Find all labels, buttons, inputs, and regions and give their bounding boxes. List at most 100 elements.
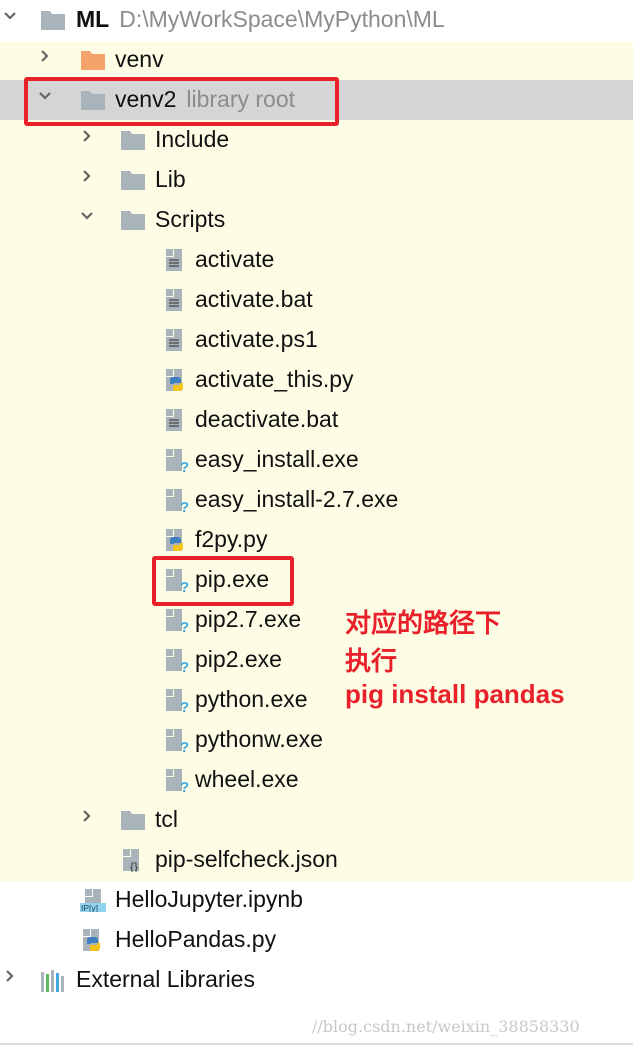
svg-text:?: ? xyxy=(180,459,189,472)
item-name: HelloJupyter.ipynb xyxy=(115,886,303,912)
item-name: tcl xyxy=(155,806,178,832)
item-name: venv xyxy=(115,46,164,72)
item-name: wheel.exe xyxy=(195,766,299,792)
svg-text:IP[y]: IP[y] xyxy=(81,903,98,912)
tree-item-label: pip2.7.exe xyxy=(195,606,301,633)
unknown-file-icon: ? xyxy=(163,728,189,756)
tree-item-include[interactable]: Include xyxy=(0,120,633,160)
item-name: f2py.py xyxy=(195,526,268,552)
annotation-line: pig install pandas xyxy=(345,679,565,709)
tree-item-label: HelloPandas.py xyxy=(115,926,276,953)
chevron-right-icon[interactable] xyxy=(3,969,17,983)
folder-icon xyxy=(40,8,66,32)
tree-item-label: pip-selfcheck.json xyxy=(155,846,338,873)
annotation-line: 执行 xyxy=(345,646,398,676)
tree-item-lib[interactable]: Lib xyxy=(0,160,633,200)
item-name: Include xyxy=(155,126,230,152)
tree-item-label: External Libraries xyxy=(76,966,255,993)
tree-item-pip2-7-exe[interactable]: ? pip2.7.exe xyxy=(0,600,633,640)
tree-item-venv[interactable]: venv xyxy=(0,40,633,80)
item-name: HelloPandas.py xyxy=(115,926,277,952)
item-name: pip-selfcheck.json xyxy=(155,846,338,872)
folder-orange-icon xyxy=(80,48,106,72)
tree-item-label: easy_install.exe xyxy=(195,446,359,473)
svg-text:?: ? xyxy=(180,619,189,632)
tree-item-label: venv xyxy=(115,46,164,73)
svg-text:?: ? xyxy=(180,699,189,712)
folder-icon xyxy=(120,168,146,192)
tree-item-label: activate_this.py xyxy=(195,366,354,393)
tree-item-pip2-exe[interactable]: ? pip2.exe xyxy=(0,640,633,680)
chevron-down-icon[interactable] xyxy=(3,9,17,23)
tree-item-label: ML D:\MyWorkSpace\MyPython\ML xyxy=(76,6,445,33)
python-file-icon xyxy=(163,528,189,552)
svg-text:?: ? xyxy=(180,499,189,512)
tree-item-wheel-exe[interactable]: ? wheel.exe xyxy=(0,760,633,800)
text-file-icon xyxy=(163,288,189,312)
tree-item-hellopandas-py[interactable]: HelloPandas.py xyxy=(0,920,633,960)
item-name: python.exe xyxy=(195,686,308,712)
folder-icon xyxy=(120,808,146,832)
text-file-icon xyxy=(163,248,189,272)
ipynb-file-icon: IP[y] xyxy=(80,888,106,913)
tree-item-external-libraries[interactable]: External Libraries xyxy=(0,960,633,1000)
tree-item-activate[interactable]: activate xyxy=(0,240,633,280)
tree-item-label: wheel.exe xyxy=(195,766,299,793)
item-name: activate_this.py xyxy=(195,366,354,392)
svg-text:?: ? xyxy=(180,659,189,672)
tree-item-label: pip2.exe xyxy=(195,646,282,673)
tree-item-label: activate.bat xyxy=(195,286,313,313)
annotation-line: 对应的路径下 xyxy=(345,608,502,638)
unknown-file-icon: ? xyxy=(163,608,189,636)
tree-item-label: Scripts xyxy=(155,206,225,233)
unknown-file-icon: ? xyxy=(163,488,189,516)
annotation-box-pip xyxy=(152,556,294,606)
unknown-file-icon: ? xyxy=(163,768,189,796)
svg-text:?: ? xyxy=(180,779,189,792)
unknown-file-icon: ? xyxy=(163,688,189,716)
tree-item-hellojupyter-ipynb[interactable]: IP[y] HelloJupyter.ipynb xyxy=(0,880,633,920)
chevron-right-icon[interactable] xyxy=(80,129,94,143)
tree-item-activate-ps1[interactable]: activate.ps1 xyxy=(0,320,633,360)
tree-item-easy-install-2-7-exe[interactable]: ? easy_install-2.7.exe xyxy=(0,480,633,520)
unknown-file-icon: ? xyxy=(163,448,189,476)
folder-icon xyxy=(120,208,146,232)
chevron-right-icon[interactable] xyxy=(80,809,94,823)
chevron-right-icon[interactable] xyxy=(38,49,52,63)
tree-item-label: activate xyxy=(195,246,274,273)
libraries-icon xyxy=(40,968,66,992)
item-name: activate.bat xyxy=(195,286,313,312)
tree-item-easy-install-exe[interactable]: ? easy_install.exe xyxy=(0,440,633,480)
item-name: pythonw.exe xyxy=(195,726,323,752)
tree-item-deactivate-bat[interactable]: deactivate.bat xyxy=(0,400,633,440)
watermark: //blog.csdn.net/weixin_38858330 xyxy=(312,1017,580,1036)
tree-item-activate-this-py[interactable]: activate_this.py xyxy=(0,360,633,400)
tree-item-pip-exe[interactable]: ? pip.exe xyxy=(0,560,633,600)
item-name: pip2.7.exe xyxy=(195,606,302,632)
item-hint: D:\MyWorkSpace\MyPython\ML xyxy=(119,6,445,32)
chevron-down-icon[interactable] xyxy=(80,209,94,223)
chevron-right-icon[interactable] xyxy=(80,169,94,183)
tree-item-pip-selfcheck-json[interactable]: {} pip-selfcheck.json xyxy=(0,840,633,880)
tree-item-label: deactivate.bat xyxy=(195,406,338,433)
folder-icon xyxy=(120,128,146,152)
tree-item-label: f2py.py xyxy=(195,526,267,553)
tree-item-f2py-py[interactable]: f2py.py xyxy=(0,520,633,560)
tree-item-label: activate.ps1 xyxy=(195,326,318,353)
tree-item-tcl[interactable]: tcl xyxy=(0,800,633,840)
text-file-icon xyxy=(163,408,189,432)
tree-item-label: pythonw.exe xyxy=(195,726,323,753)
tree-item-label: easy_install-2.7.exe xyxy=(195,486,398,513)
text-file-icon xyxy=(163,328,189,352)
tree-item-ml[interactable]: ML D:\MyWorkSpace\MyPython\ML xyxy=(0,0,633,40)
json-file-icon: {} xyxy=(120,848,146,874)
tree-item-scripts[interactable]: Scripts xyxy=(0,200,633,240)
item-name: ML xyxy=(76,6,110,32)
tree-item-pythonw-exe[interactable]: ? pythonw.exe xyxy=(0,720,633,760)
svg-text:?: ? xyxy=(180,739,189,752)
item-name: deactivate.bat xyxy=(195,406,339,432)
svg-text:{}: {} xyxy=(130,860,138,872)
item-name: Scripts xyxy=(155,206,226,232)
tree-item-activate-bat[interactable]: activate.bat xyxy=(0,280,633,320)
python-file-icon xyxy=(163,368,189,392)
